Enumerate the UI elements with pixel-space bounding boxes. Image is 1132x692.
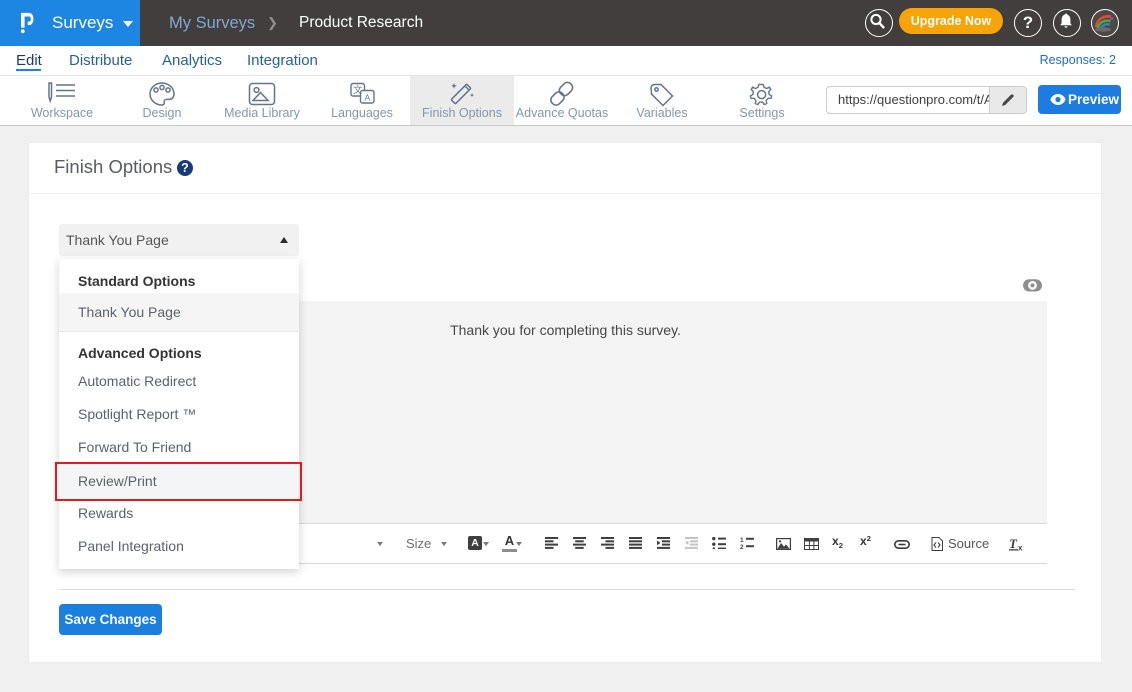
svg-text:2: 2	[740, 544, 744, 550]
svg-text:x: x	[1018, 544, 1023, 552]
svg-text:文: 文	[353, 84, 362, 95]
svg-text:A: A	[364, 93, 370, 103]
svg-text:T: T	[1009, 537, 1018, 551]
svg-text:1: 1	[740, 537, 744, 544]
